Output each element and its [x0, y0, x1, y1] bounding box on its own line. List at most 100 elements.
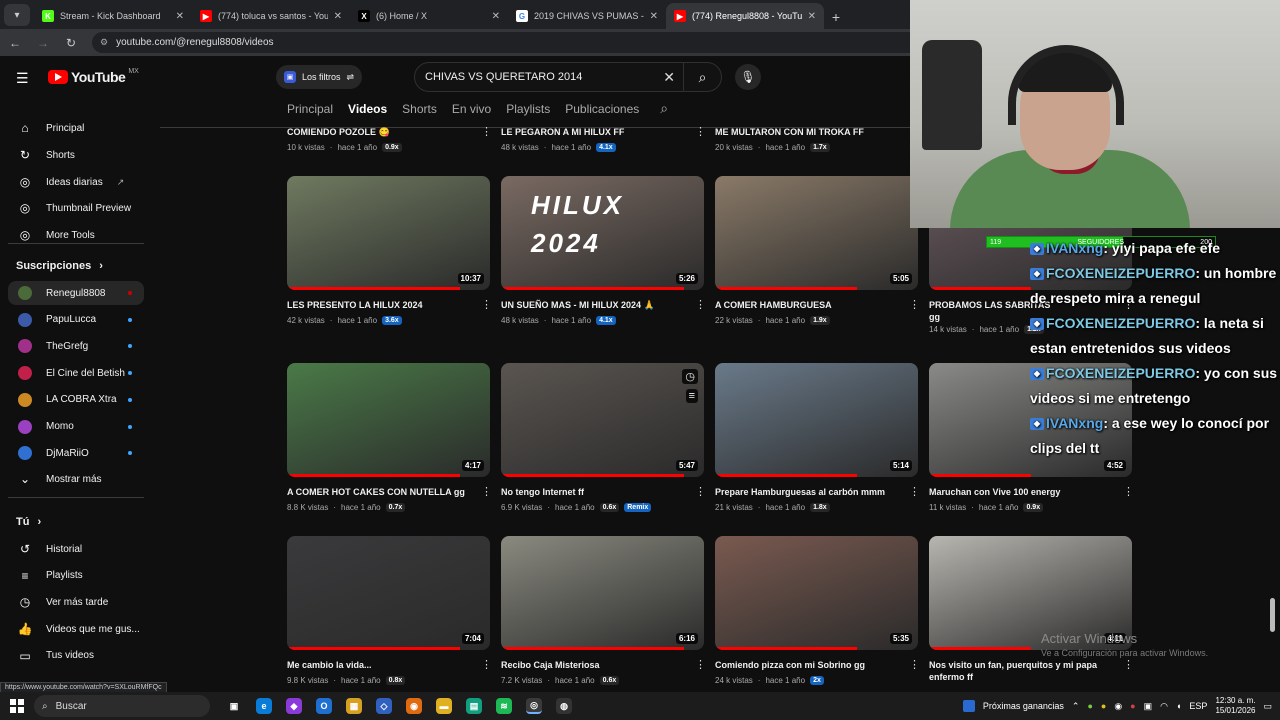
- video-menu-icon[interactable]: ⋮: [481, 298, 492, 311]
- video-menu-icon[interactable]: ⋮: [909, 485, 920, 498]
- file-explorer-icon[interactable]: ▬: [436, 698, 452, 714]
- video-title-line2[interactable]: enfermo ff: [929, 671, 1119, 683]
- search-button[interactable]: ⌕: [683, 63, 721, 91]
- app-icon[interactable]: ▤: [466, 698, 482, 714]
- video-menu-icon[interactable]: ⋮: [695, 125, 706, 138]
- search-box[interactable]: CHIVAS VS QUERETARO 2014 ✕ ⌕: [414, 62, 722, 92]
- video-thumbnail[interactable]: 5:14: [715, 363, 918, 477]
- clock[interactable]: 12:30 a. m. 15/01/2026: [1215, 696, 1255, 716]
- video-thumbnail[interactable]: 6:16: [501, 536, 704, 650]
- browser-tab[interactable]: ▶ (774) toluca vs santos - YouTub ✕: [192, 3, 350, 29]
- browser-tab[interactable]: ▶ (774) Renegul8808 - YouTube ✕: [666, 3, 824, 29]
- spotify-icon[interactable]: ≋: [496, 698, 512, 714]
- wifi-icon[interactable]: ◠: [1160, 701, 1168, 712]
- tray-app-icon[interactable]: ●: [1087, 701, 1092, 711]
- forward-icon[interactable]: →: [36, 36, 50, 50]
- tray-app-icon-4[interactable]: ●: [1130, 701, 1135, 711]
- video-menu-icon[interactable]: ⋮: [481, 658, 492, 671]
- close-tab-icon[interactable]: ✕: [176, 11, 184, 22]
- video-menu-icon[interactable]: ⋮: [481, 125, 492, 138]
- video-thumbnail[interactable]: 7:04: [287, 536, 490, 650]
- clear-search-icon[interactable]: ✕: [663, 69, 675, 86]
- video-title[interactable]: UN SUEÑO MAS - MI HILUX 2024 🙏: [501, 299, 691, 311]
- video-thumbnail[interactable]: 10:37: [287, 176, 490, 290]
- video-title[interactable]: Nos visito un fan, puerquitos y mi papa: [929, 659, 1119, 671]
- video-title[interactable]: A COMER HOT CAKES CON NUTELLA gg: [287, 486, 477, 498]
- video-thumbnail[interactable]: 5:05: [715, 176, 918, 290]
- you-item[interactable]: ◷ Ver más tarde: [8, 590, 144, 614]
- video-menu-icon[interactable]: ⋮: [695, 658, 706, 671]
- vscode-icon[interactable]: ◇: [376, 698, 392, 714]
- back-icon[interactable]: ←: [8, 36, 22, 50]
- copilot-icon[interactable]: ◆: [286, 698, 302, 714]
- reload-icon[interactable]: ↻: [64, 36, 78, 50]
- start-button[interactable]: [10, 699, 24, 713]
- video-menu-icon[interactable]: ⋮: [1123, 485, 1134, 498]
- language-indicator[interactable]: ESP: [1189, 701, 1207, 711]
- firefox-icon[interactable]: ◉: [406, 698, 422, 714]
- you-item[interactable]: ↺ Historial: [8, 537, 144, 561]
- browser-tab[interactable]: X (6) Home / X ✕: [350, 3, 508, 29]
- outlook-icon[interactable]: O: [316, 698, 332, 714]
- subscription-item[interactable]: El Cine del Betish: [8, 361, 144, 385]
- remix-chip[interactable]: Remix: [624, 503, 652, 512]
- tab-principal[interactable]: Principal: [287, 102, 333, 116]
- tab-en-vivo[interactable]: En vivo: [452, 102, 491, 116]
- video-thumbnail[interactable]: HILUX 2024 5:26: [501, 176, 704, 290]
- subscription-item[interactable]: Momo: [8, 415, 144, 439]
- video-thumbnail[interactable]: 5:47 ◷ ≡: [501, 363, 704, 477]
- video-thumbnail[interactable]: 4:17: [287, 363, 490, 477]
- video-title[interactable]: Comiendo pizza con mi Sobrino gg: [715, 659, 905, 671]
- video-menu-icon[interactable]: ⋮: [481, 485, 492, 498]
- page-scrollbar[interactable]: [1270, 598, 1275, 632]
- you-item[interactable]: ≡ Playlists: [8, 564, 144, 588]
- search-input[interactable]: CHIVAS VS QUERETARO 2014: [425, 71, 582, 83]
- video-title[interactable]: Me cambio la vida...: [287, 659, 477, 671]
- video-title[interactable]: ME MULTARON CON MI TROKA FF: [715, 126, 905, 138]
- video-title[interactable]: COMIENDO POZOLE 😋: [287, 126, 477, 138]
- video-menu-icon[interactable]: ⋮: [1123, 658, 1134, 671]
- news-widget-icon[interactable]: [962, 700, 975, 712]
- video-menu-icon[interactable]: ⋮: [909, 298, 920, 311]
- video-title[interactable]: Maruchan con Vive 100 energy: [929, 486, 1119, 498]
- video-menu-icon[interactable]: ⋮: [695, 485, 706, 498]
- video-thumbnail[interactable]: 5:35: [715, 536, 918, 650]
- tray-app-icon-2[interactable]: ●: [1101, 701, 1106, 711]
- voice-search-button[interactable]: 🎙: [735, 64, 761, 90]
- taskbar-search[interactable]: ⌕ Buscar: [34, 695, 210, 717]
- video-menu-icon[interactable]: ⋮: [909, 658, 920, 671]
- subscription-item[interactable]: DjMaRiiO: [8, 441, 144, 465]
- video-title[interactable]: Prepare Hamburguesas al carbón mmm: [715, 486, 905, 498]
- video-title[interactable]: Recibo Caja Misteriosa: [501, 659, 691, 671]
- show-more-button[interactable]: ⌄ Mostrar más: [8, 467, 144, 491]
- browser-tab[interactable]: K Stream - Kick Dashboard ✕: [34, 3, 192, 29]
- video-title[interactable]: A COMER HAMBURGUESA: [715, 299, 905, 311]
- site-info-icon[interactable]: ⚙: [100, 37, 108, 48]
- subscription-item[interactable]: TheGrefg: [8, 334, 144, 358]
- video-title[interactable]: No tengo Internet ff: [501, 486, 691, 498]
- menu-icon[interactable]: ☰: [16, 70, 29, 87]
- subscription-item[interactable]: LA COBRA Xtra: [8, 388, 144, 412]
- subscription-item[interactable]: Renegul8808: [8, 281, 144, 305]
- guide-item-ideas-diarias[interactable]: ◎ Ideas diarias ↗: [8, 170, 144, 194]
- tab-shorts[interactable]: Shorts: [402, 102, 437, 116]
- you-item[interactable]: ▭ Tus videos: [8, 644, 144, 668]
- subscription-item[interactable]: PapuLucca: [8, 308, 144, 332]
- edge-icon[interactable]: e: [256, 698, 272, 714]
- close-tab-icon[interactable]: ✕: [334, 11, 342, 22]
- guide-item-thumbnail-preview[interactable]: ◎ Thumbnail Preview: [8, 196, 144, 220]
- new-tab-button[interactable]: +: [824, 9, 848, 25]
- store-icon[interactable]: ▦: [346, 698, 362, 714]
- tab-videos[interactable]: Videos: [348, 102, 387, 116]
- guide-item-shorts[interactable]: ↻ Shorts: [8, 143, 144, 167]
- obs-icon[interactable]: ◍: [556, 698, 572, 714]
- add-to-queue-icon[interactable]: ≡: [685, 389, 698, 403]
- volume-icon[interactable]: ◖: [1176, 701, 1181, 711]
- youtube-logo[interactable]: YouTube MX: [48, 68, 139, 85]
- tray-app-icon-3[interactable]: ◉: [1114, 701, 1122, 712]
- tray-chevron-icon[interactable]: ⌃: [1072, 701, 1080, 712]
- video-menu-icon[interactable]: ⋮: [695, 298, 706, 311]
- tab-publicaciones[interactable]: Publicaciones: [565, 102, 639, 116]
- filters-button[interactable]: ▣ Los filtros ⇌: [276, 65, 363, 89]
- tab-playlists[interactable]: Playlists: [506, 102, 550, 116]
